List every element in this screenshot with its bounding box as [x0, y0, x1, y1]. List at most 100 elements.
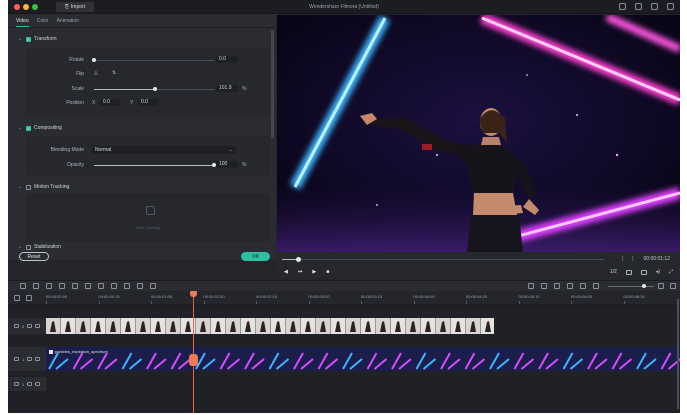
position-x-input[interactable]: 0.0 [100, 99, 120, 106]
motion-tracking-header[interactable]: ⌄ Motion Tracking [18, 184, 69, 190]
crop-icon[interactable] [72, 283, 78, 289]
transform-title: Transform [34, 36, 57, 42]
lock-icon[interactable] [27, 357, 33, 361]
start-tracking-button[interactable]: Start Tracking [26, 225, 270, 230]
scale-slider[interactable] [94, 87, 214, 91]
position-y-label: Y [130, 100, 134, 106]
opacity-input[interactable]: 100 [216, 161, 238, 168]
track-number: 1 [22, 381, 25, 387]
eye-icon[interactable] [35, 357, 41, 361]
flip-horizontal-icon[interactable]: ◬ [94, 70, 98, 76]
timeline-ruler[interactable]: 00:00:00:00 00:00:00:15 00:00:01:05 00:00:0… [8, 291, 680, 305]
eye-icon[interactable] [35, 324, 41, 328]
playback-scrubber[interactable] [282, 259, 604, 260]
step-back-icon[interactable]: ⏮ [298, 269, 303, 275]
mic-icon[interactable] [554, 283, 560, 289]
notification-icon[interactable] [651, 3, 658, 10]
audio-icon[interactable] [111, 283, 117, 289]
ok-button[interactable]: OK [241, 252, 270, 261]
timeline-scrollbar[interactable] [677, 299, 679, 409]
scale-input[interactable]: 101.9 [216, 85, 238, 92]
add-track-icon[interactable] [670, 283, 676, 289]
sync-icon[interactable] [635, 3, 642, 10]
position-y-input[interactable]: 0.0 [138, 99, 158, 106]
timeline-zoom-knob[interactable] [642, 284, 646, 288]
undo-icon[interactable] [20, 283, 26, 289]
rotate-slider[interactable] [92, 58, 214, 62]
playback-scrubber-knob[interactable] [296, 257, 301, 262]
cut-icon[interactable] [59, 283, 65, 289]
video-track-icon [14, 324, 19, 328]
account-icon[interactable] [619, 3, 626, 10]
add-media-icon[interactable] [14, 295, 20, 301]
effect-thumbnail [562, 352, 584, 370]
rotate-slider-knob[interactable] [92, 58, 96, 62]
effect-thumbnail [195, 352, 216, 370]
speaker-icon[interactable] [35, 382, 41, 386]
effect-thumbnail [72, 352, 94, 370]
transform-header[interactable]: ⌄ ✓ Transform [18, 36, 57, 42]
effect-thumbnail [244, 352, 265, 370]
motion-tracking-title: Motion Tracking [34, 184, 70, 190]
zoom-in-icon[interactable] [658, 283, 664, 289]
link-icon[interactable] [26, 295, 32, 301]
marker-icon[interactable] [541, 283, 547, 289]
compositing-checkbox[interactable]: ✓ [26, 125, 31, 131]
play-icon[interactable]: ▶ [312, 269, 316, 275]
blending-mode-select[interactable]: Normal ⌄ [92, 146, 236, 154]
compositing-header[interactable]: ⌄ ✓ Compositing [18, 125, 62, 131]
dancer-video-clip[interactable] [46, 318, 494, 334]
stabilize-icon[interactable] [150, 283, 156, 289]
inspector-scrollbar[interactable] [271, 30, 274, 138]
video-clip-icon [49, 349, 53, 354]
effect-video-clip[interactable]: particles_explosion_spectrum [46, 347, 680, 371]
mark-out-icon[interactable]: } [632, 256, 634, 262]
stop-icon[interactable]: ■ [326, 269, 329, 275]
opacity-slider[interactable] [94, 163, 216, 167]
tab-animation[interactable]: Animation [57, 18, 79, 27]
volume-icon[interactable]: ◂) [656, 269, 660, 275]
ruler-time-label: 00:00:03:15 [361, 294, 383, 299]
zoom-out-icon[interactable] [593, 283, 599, 289]
reset-button[interactable]: Reset [19, 252, 49, 261]
redo-icon[interactable] [33, 283, 39, 289]
playhead-line[interactable] [193, 291, 194, 413]
transform-checkbox[interactable]: ✓ [26, 36, 31, 42]
previous-frame-icon[interactable]: ◀ [284, 269, 288, 275]
display-icon[interactable] [625, 269, 632, 275]
color-icon[interactable] [98, 283, 104, 289]
snapshot-icon[interactable] [640, 269, 647, 275]
split-screen-icon[interactable] [137, 283, 143, 289]
tab-color[interactable]: Color [37, 18, 49, 27]
flip-vertical-icon[interactable]: ⇅ [112, 70, 116, 76]
mark-in-icon[interactable]: { [622, 256, 624, 262]
lock-icon[interactable] [27, 382, 33, 386]
lock-icon[interactable] [27, 324, 33, 328]
motion-tracking-checkbox[interactable] [26, 184, 31, 190]
playhead-clip-marker[interactable] [189, 354, 198, 366]
speed-icon[interactable] [85, 283, 91, 289]
tab-video[interactable]: Video [16, 18, 29, 27]
ruler-time-label: 00:00:04:20 [466, 294, 488, 299]
ruler-tick [203, 301, 205, 304]
scale-slider-knob[interactable] [153, 87, 157, 91]
timeline-zoom-slider[interactable] [608, 284, 654, 288]
mixer-icon[interactable] [567, 283, 573, 289]
rotate-input[interactable]: 0.0 [216, 56, 238, 63]
fullscreen-icon[interactable]: ⤢ [669, 269, 673, 275]
playhead-handle[interactable] [190, 291, 197, 297]
stabilization-checkbox[interactable] [26, 244, 31, 250]
playback-zoom-select[interactable]: 1/2 [610, 269, 617, 275]
subtitle-icon[interactable] [580, 283, 586, 289]
render-icon[interactable] [528, 283, 534, 289]
inspector-panel: Video Color Animation ⌄ ✓ Transform Rota… [8, 14, 276, 260]
scale-row: Scale 101.9 % [26, 85, 270, 93]
flip-label: Flip [75, 71, 84, 77]
effect-thumbnail [587, 352, 608, 370]
ruler-tick [308, 301, 310, 304]
fit-icon[interactable] [124, 283, 130, 289]
feedback-icon[interactable] [667, 3, 674, 10]
preview-viewer[interactable] [277, 15, 680, 252]
delete-icon[interactable] [46, 283, 52, 289]
stabilization-header[interactable]: ⌄ Stabilization [18, 244, 61, 250]
